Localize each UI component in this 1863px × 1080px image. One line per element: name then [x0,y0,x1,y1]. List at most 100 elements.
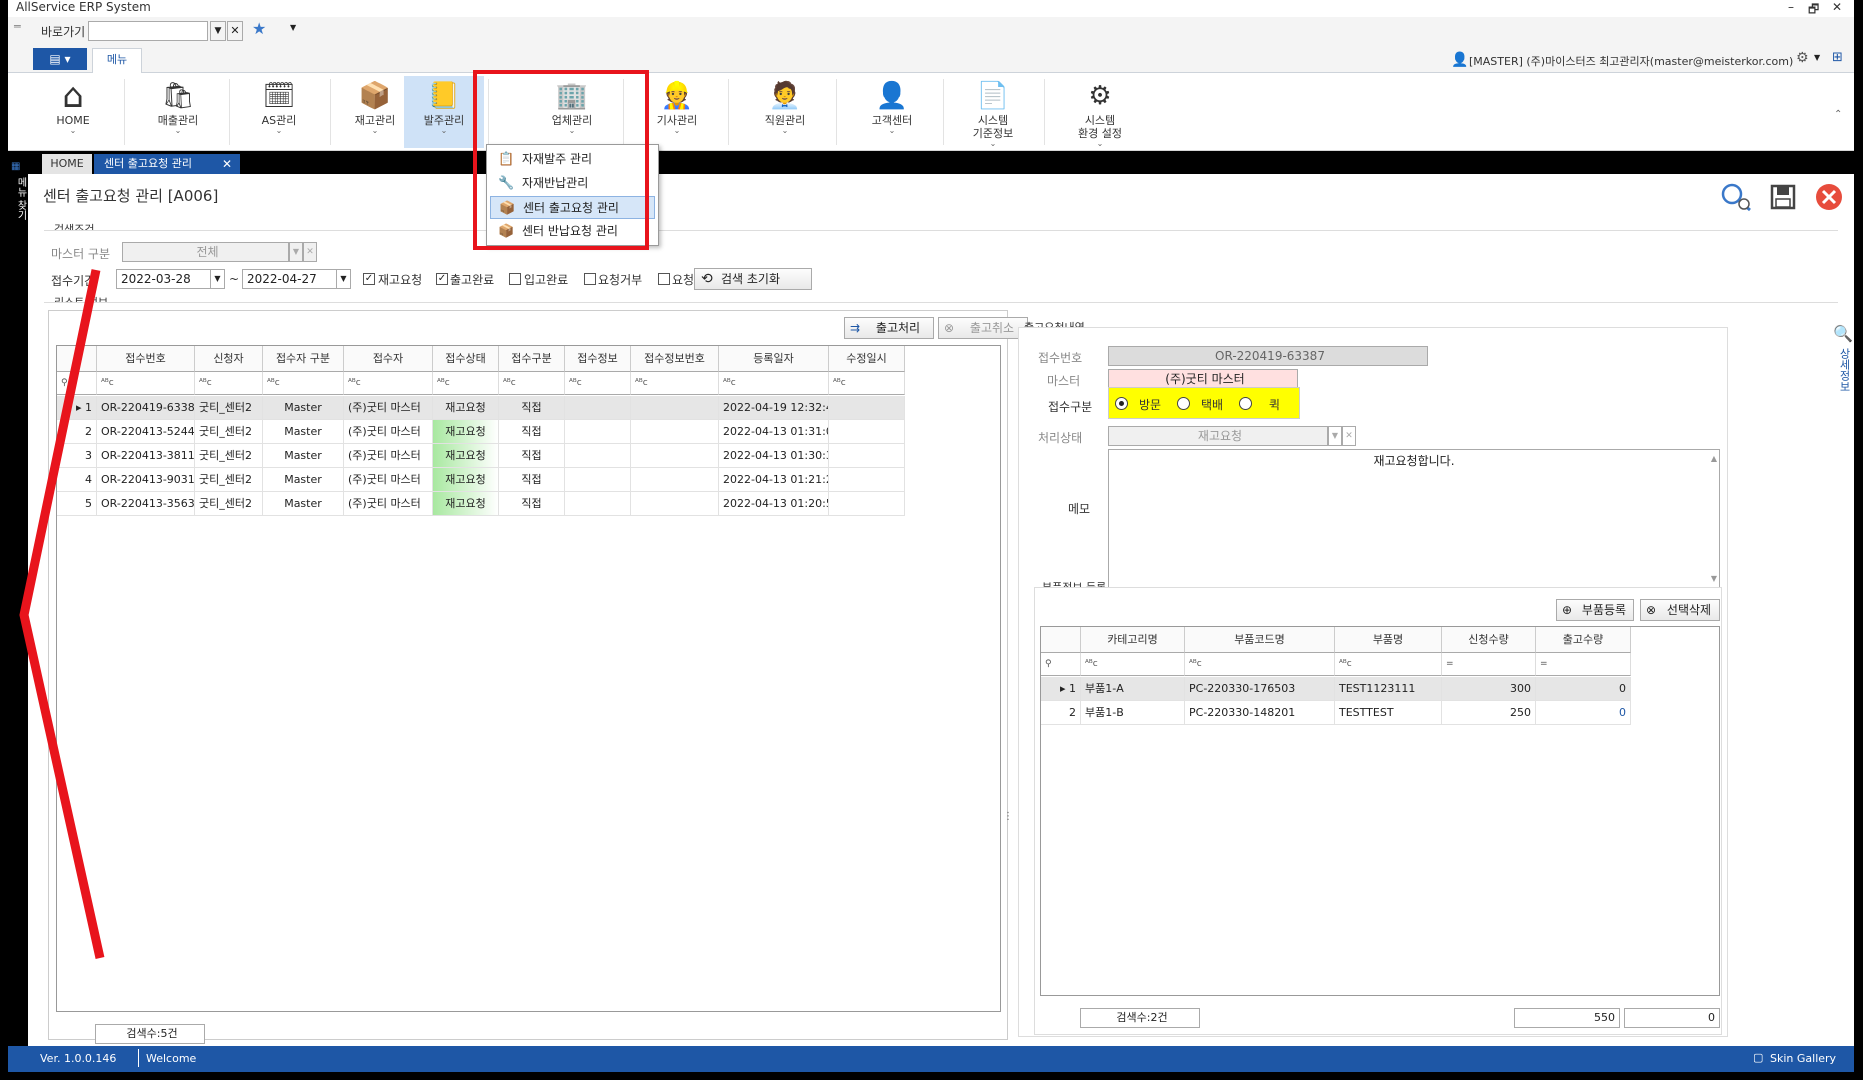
menu-find-label[interactable]: 메뉴 찾기 [10,177,26,220]
table-cell[interactable]: 250 [1442,701,1536,725]
table-cell[interactable]: 재고요청 [433,420,499,444]
detail-side-panel[interactable]: 🔍 상세정보 [1833,324,1853,414]
chevron-down-icon[interactable]: ▼ [289,242,303,262]
cancel-release-button[interactable]: ⊗ 출고취소 [938,317,1028,339]
ribbon-button-6[interactable]: 👷 기사관리 ⌄ [630,76,724,148]
column-header[interactable]: 접수구분 [499,346,565,372]
table-cell[interactable] [631,444,719,468]
minimize-button[interactable]: – [1788,0,1794,14]
close-window-button[interactable]: ✕ [1832,0,1842,14]
menu-find-icon[interactable]: ▦ [11,161,25,172]
column-header[interactable]: 카테고리명 [1081,627,1185,653]
quick-access-input[interactable] [88,21,208,41]
ribbon-button-9[interactable]: 📄 시스템 기준정보 ⌄ [946,76,1040,148]
filter-cell[interactable]: ᴬᴮc [1335,653,1442,676]
memo-textarea[interactable]: 재고요청합니다. ▲ ▼ [1108,449,1720,589]
splitter-handle[interactable]: ⋮ [1003,812,1013,822]
table-cell[interactable]: 재고요청 [433,492,499,516]
table-cell[interactable]: (주)굿티 마스터 [344,468,433,492]
checkbox-status-1[interactable]: ✓ [436,273,448,285]
table-cell[interactable] [565,492,631,516]
table-cell[interactable]: 0 [1536,701,1631,725]
table-cell[interactable] [829,420,905,444]
table-cell[interactable]: 굿티_센터2 [195,492,263,516]
radio-delivery[interactable] [1177,397,1190,410]
table-cell[interactable]: 부품1-B [1081,701,1185,725]
ribbon-button-5[interactable]: 🏢 업체관리 ⌄ [525,76,619,148]
table-cell[interactable]: 부품1-A [1081,677,1185,701]
column-header[interactable]: 수정일시 [829,346,905,372]
menu-item-center-release[interactable]: 📦 센터 출고요청 관리 [490,196,655,219]
table-cell[interactable]: (주)굿티 마스터 [344,444,433,468]
table-cell[interactable]: Master [263,492,344,516]
checkbox-status-0[interactable]: ✓ [363,273,375,285]
table-cell[interactable]: 2022-04-13 01:21:20 [719,468,829,492]
checkbox-status-4[interactable] [658,273,670,285]
close-page-icon[interactable] [1814,182,1844,212]
filter-cell[interactable]: = [1536,653,1631,676]
tab-menu[interactable]: 메뉴 [92,48,142,73]
filter-cell[interactable]: ᴬᴮc [1081,653,1185,676]
table-cell[interactable]: 직접 [499,420,565,444]
chevron-down-icon[interactable]: ▼ [1328,426,1342,446]
row-number[interactable]: ▸ 1 [1041,677,1081,701]
table-cell[interactable] [829,492,905,516]
column-header[interactable]: 신청수량 [1442,627,1536,653]
clear-icon[interactable]: ✕ [1342,426,1356,446]
table-cell[interactable] [565,420,631,444]
table-cell[interactable]: (주)굿티 마스터 [344,420,433,444]
radio-visit[interactable] [1115,397,1128,410]
table-cell[interactable]: 2022-04-13 01:30:35 [719,444,829,468]
table-cell[interactable]: 직접 [499,444,565,468]
table-cell[interactable]: 굿티_센터2 [195,420,263,444]
table-cell[interactable] [565,468,631,492]
gear-icon[interactable]: ⚙ [1796,50,1809,66]
ribbon-button-4[interactable]: 📒 발주관리 ⌄ [404,76,484,148]
filter-cell[interactable]: = [1442,653,1536,676]
ribbon-button-1[interactable]: 🛍 매출관리 ⌄ [131,76,225,148]
table-cell[interactable]: PC-220330-176503 [1185,677,1335,701]
parts-grid[interactable]: ⚲ 카테고리명 ᴬᴮc 부품코드명 ᴬᴮc 부품명 ᴬᴮc 신청수량 = 출고수량 = ▸ 1 부품1-… [1040,626,1720,996]
table-cell[interactable]: TESTTEST [1335,701,1442,725]
column-header[interactable]: 접수자 [344,346,433,372]
filter-cell[interactable]: ᴬᴮc [719,372,829,395]
customize-icon[interactable]: ▼ [290,23,296,32]
table-cell[interactable]: 재고요청 [433,396,499,420]
clear-icon[interactable]: ✕ [227,21,243,41]
master-field[interactable]: (주)굿티 마스터 [1108,369,1298,389]
table-cell[interactable]: 재고요청 [433,468,499,492]
column-header[interactable]: 등록일자 [719,346,829,372]
pin-icon[interactable]: ⊞ [1832,50,1843,65]
column-header[interactable]: 접수정보 [565,346,631,372]
table-cell[interactable] [565,396,631,420]
table-cell[interactable]: Master [263,468,344,492]
date-from-dropdown-icon[interactable]: ▼ [210,269,225,289]
table-cell[interactable]: Master [263,420,344,444]
table-cell[interactable]: 2022-04-13 01:31:09 [719,420,829,444]
request-list-grid[interactable]: ⚲ 접수번호 ᴬᴮc 신청자 ᴬᴮc 접수자 구분 ᴬᴮc 접수자 ᴬᴮc 접수상태 ᴬᴮc 접수구분… [56,345,1001,1012]
chevron-down-icon[interactable]: ▼ [210,21,226,41]
scroll-up-icon[interactable]: ▲ [1711,452,1717,466]
filter-cell[interactable]: ᴬᴮc [195,372,263,395]
close-tab-icon[interactable]: ✕ [222,154,232,174]
delete-selected-button[interactable]: ⊗ 선택삭제 [1640,599,1720,621]
column-header[interactable]: 신청자 [195,346,263,372]
scroll-down-icon[interactable]: ▼ [1711,572,1717,586]
filter-cell[interactable]: ᴬᴮc [433,372,499,395]
process-state-select[interactable]: 재고요청 [1108,426,1328,446]
table-cell[interactable] [631,492,719,516]
filter-cell[interactable]: ᴬᴮc [499,372,565,395]
table-cell[interactable] [829,444,905,468]
radio-quick[interactable] [1239,397,1252,410]
table-cell[interactable]: 직접 [499,468,565,492]
column-header[interactable]: 접수자 구분 [263,346,344,372]
table-cell[interactable]: 300 [1442,677,1536,701]
menu-item-material-return[interactable]: 🔧 자재반납관리 [490,172,655,195]
table-cell[interactable]: 굿티_센터2 [195,396,263,420]
table-cell[interactable]: Master [263,396,344,420]
table-cell[interactable] [631,396,719,420]
tab-home[interactable]: HOME [42,154,92,174]
master-type-select[interactable]: 전체 [122,242,289,262]
ribbon-button-2[interactable]: 🗓 AS관리 ⌄ [232,76,326,148]
row-number[interactable]: 2 [1041,701,1081,725]
